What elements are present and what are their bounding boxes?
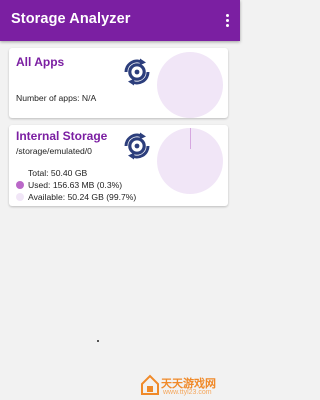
refresh-icon[interactable] bbox=[121, 130, 153, 162]
available-label: Available: 50.24 GB (99.7%) bbox=[28, 192, 137, 202]
available-legend-dot bbox=[16, 193, 24, 201]
all-apps-card: All Apps Number of apps: N/A bbox=[9, 48, 228, 118]
cursor-dot bbox=[97, 340, 99, 342]
internal-storage-card: Internal Storage /storage/emulated/0 Tot… bbox=[9, 125, 228, 206]
total-label: Total: 50.40 GB bbox=[28, 168, 88, 178]
storage-title: Internal Storage bbox=[16, 129, 108, 143]
all-apps-title: All Apps bbox=[16, 55, 65, 69]
used-label: Used: 156.63 MB (0.3%) bbox=[28, 180, 123, 190]
app-title: Storage Analyzer bbox=[11, 11, 131, 27]
apps-pie-chart bbox=[157, 52, 223, 118]
app-bar: Storage Analyzer bbox=[0, 0, 240, 41]
storage-pie-chart bbox=[157, 128, 223, 194]
watermark-url: www.ttyl23.com bbox=[163, 389, 212, 396]
more-vert-icon[interactable] bbox=[220, 10, 234, 30]
refresh-icon[interactable] bbox=[121, 56, 153, 88]
apps-count-label: Number of apps: N/A bbox=[16, 93, 97, 103]
storage-path: /storage/emulated/0 bbox=[16, 146, 92, 156]
used-legend-dot bbox=[16, 181, 24, 189]
